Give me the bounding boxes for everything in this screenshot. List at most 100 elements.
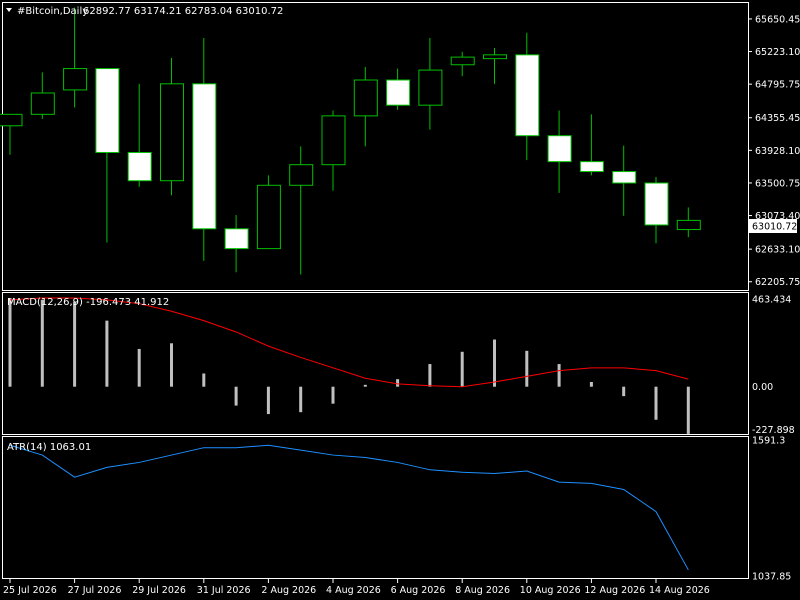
atr-line: [9, 444, 689, 571]
macd-histogram-bar: [654, 386, 658, 420]
atr-tick-label: 1037.85: [752, 572, 791, 583]
candle: [224, 215, 249, 273]
dropdown-triangle-icon[interactable]: [6, 8, 12, 12]
current-price-label: 63010.72: [752, 222, 797, 233]
macd-histogram-bar: [493, 339, 496, 387]
time-tick-label: 12 Aug 2026: [584, 585, 645, 596]
macd-histogram-bar: [396, 379, 400, 387]
candle: [127, 83, 152, 187]
candle-body: [547, 135, 572, 163]
time-tick-label: 6 Aug 2026: [391, 585, 446, 596]
candle-body: [127, 151, 152, 182]
candle: [321, 110, 346, 191]
candle: [160, 57, 184, 196]
candle-body: [256, 184, 281, 250]
time-tick-label: 8 Aug 2026: [455, 585, 510, 596]
macd-axis: 463.4340.00-227.898: [752, 295, 795, 436]
macd-panel-frame: [2, 292, 749, 435]
candle: [30, 72, 55, 119]
candle-body: [676, 219, 701, 231]
atr-panel-frame: [2, 436, 749, 579]
candle: [483, 47, 507, 84]
time-axis: 25 Jul 2026 27 Jul 2026 29 Jul 2026 31 Jul …: [3, 579, 710, 596]
time-tick-label: 2 Aug 2026: [261, 585, 316, 596]
macd-histogram-bar: [686, 386, 690, 434]
symbol-label[interactable]: #Bitcoin,Daily: [17, 6, 88, 17]
price-tick-label: 62205.75: [755, 277, 800, 288]
candle: [289, 146, 314, 275]
price-axis: 65650.45 65223.10 64795.75 64355.45 63928.10…: [748, 14, 800, 288]
macd-tick-label: 463.434: [752, 295, 791, 306]
candle-body: [612, 171, 637, 184]
macd-histogram-bar: [8, 298, 12, 387]
time-tick-label: 14 Aug 2026: [649, 585, 710, 596]
candle-body: [515, 54, 540, 137]
candle-body: [224, 228, 249, 250]
macd-histogram-bar: [202, 373, 206, 387]
candle-body: [483, 54, 507, 60]
macd-histogram-bar: [105, 320, 109, 387]
candle: [579, 114, 604, 176]
macd-histogram-bar: [266, 386, 270, 415]
price-tick-label: 63928.10: [755, 146, 800, 157]
atr-indicator-label: ATR(14) 1063.01: [7, 442, 91, 453]
time-tick-label: 31 Jul 2026: [197, 585, 251, 596]
candle-body: [644, 182, 669, 226]
macd-histogram-bar: [589, 381, 593, 387]
candle-body: [418, 69, 443, 106]
price-tick-label: 64795.75: [755, 80, 800, 91]
macd-signal-line: [9, 297, 689, 388]
macd-histogram-bar: [137, 348, 141, 387]
candle: [95, 68, 120, 243]
macd-histogram-bar: [525, 350, 529, 387]
time-tick-label: 4 Aug 2026: [326, 585, 381, 596]
price-series: [0, 7, 701, 275]
candle-body: [353, 79, 378, 117]
candle: [676, 207, 701, 238]
price-tick-label: 64355.45: [755, 113, 800, 124]
candle-body: [95, 68, 120, 153]
candle: [63, 7, 88, 108]
candle: [0, 113, 23, 155]
time-tick-label: 25 Jul 2026: [3, 585, 57, 596]
candle: [547, 110, 572, 193]
macd-histogram-bar: [170, 343, 173, 387]
macd-series: [8, 297, 690, 434]
candle-body: [386, 79, 411, 106]
candle: [418, 38, 443, 130]
candle-body: [30, 92, 55, 115]
macd-histogram-bar: [428, 364, 432, 387]
candle-body: [63, 68, 88, 91]
macd-tick-label: 0.00: [752, 382, 773, 393]
time-tick-label: 27 Jul 2026: [68, 585, 122, 596]
candle-body: [192, 83, 217, 230]
atr-tick-label: 1591.3: [752, 436, 785, 447]
price-tick-label: 62633.10: [755, 245, 800, 256]
chart-canvas: 65650.45 65223.10 64795.75 64355.45 63928.10…: [0, 2, 800, 596]
candle: [612, 145, 637, 216]
candle-body: [321, 115, 346, 166]
price-tick-label: 63500.75: [755, 178, 800, 189]
candle: [386, 68, 411, 110]
macd-histogram-bar: [622, 386, 626, 397]
candle: [192, 38, 217, 261]
candle-body: [579, 161, 604, 173]
macd-histogram-bar: [73, 301, 77, 387]
time-tick-label: 29 Jul 2026: [132, 585, 186, 596]
time-tick-label: 10 Aug 2026: [520, 585, 581, 596]
candle: [644, 176, 669, 244]
atr-axis: 1591.3 1037.85: [752, 436, 791, 583]
price-tick-label: 65223.10: [755, 47, 800, 58]
candle: [256, 175, 281, 250]
macd-histogram-bar: [40, 299, 44, 387]
candle: [450, 51, 475, 77]
macd-histogram-bar: [234, 386, 238, 406]
ohlc-values: 62892.77 63174.21 62783.04 63010.72: [83, 6, 283, 17]
macd-histogram-bar: [460, 351, 464, 387]
price-tick-label: 65650.45: [755, 14, 800, 25]
candle-body: [0, 113, 23, 127]
candle-body: [450, 56, 475, 66]
macd-histogram-bar: [331, 386, 335, 404]
macd-histogram-bar: [299, 386, 303, 413]
macd-histogram-bar: [557, 364, 561, 387]
